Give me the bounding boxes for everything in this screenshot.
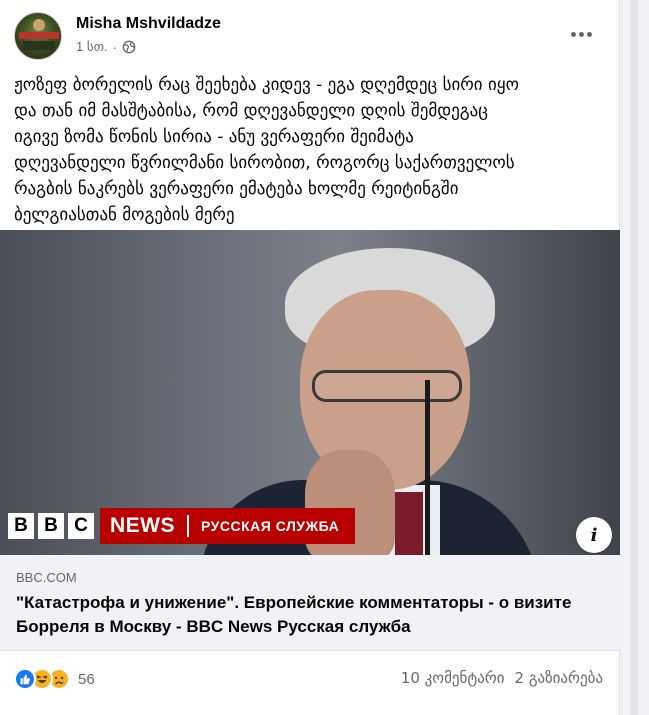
bbc-service-label: РУССКАЯ СЛУЖБА (201, 518, 340, 534)
bbc-news-logo: B B C NEWS РУССКАЯ СЛУЖБА (8, 508, 356, 544)
author-name[interactable]: Misha Mshvildadze (76, 15, 221, 33)
more-options-icon[interactable] (566, 22, 596, 46)
info-icon[interactable]: i (576, 517, 612, 553)
author-avatar[interactable] (14, 12, 62, 60)
bbc-news-label: NEWS (110, 514, 175, 537)
reactions-summary[interactable]: 56 (14, 664, 95, 694)
comment-count[interactable]: 10 კომენტარი (401, 669, 505, 687)
link-preview-image[interactable]: B B C NEWS РУССКАЯ СЛУЖБА i (0, 230, 620, 555)
meta-separator: · (112, 39, 117, 55)
globe-icon[interactable] (122, 40, 136, 54)
bbc-letter: C (68, 513, 94, 539)
like-icon (14, 668, 36, 690)
link-preview-caption[interactable]: BBC.COM "Катастрофа и унижение". Европей… (0, 555, 620, 651)
post-meta: 1 სთ. · (76, 39, 136, 55)
post-header: Misha Mshvildadze 1 სთ. · (14, 12, 606, 62)
scrollbar-thumb[interactable] (630, 0, 638, 715)
bbc-letter: B (8, 513, 34, 539)
engagement-counts: 10 კომენტარი 2 გაზიარება (401, 669, 603, 687)
share-count[interactable]: 2 გაზიარება (515, 669, 603, 687)
banner-divider (187, 515, 189, 537)
link-title[interactable]: "Катастрофа и унижение". Европейские ком… (16, 591, 606, 639)
link-domain: BBC.COM (16, 570, 77, 585)
post-card: Misha Mshvildadze 1 სთ. · ჟოზეფ ბორელის … (0, 0, 620, 715)
bbc-letter: B (38, 513, 64, 539)
reaction-count[interactable]: 56 (78, 671, 95, 688)
scrollbar-track (620, 0, 649, 715)
post-text: ჟოზეფ ბორელის რაც შეეხება კიდევ - ეგა დღ… (14, 75, 519, 225)
post-timestamp[interactable]: 1 სთ. (76, 39, 108, 55)
